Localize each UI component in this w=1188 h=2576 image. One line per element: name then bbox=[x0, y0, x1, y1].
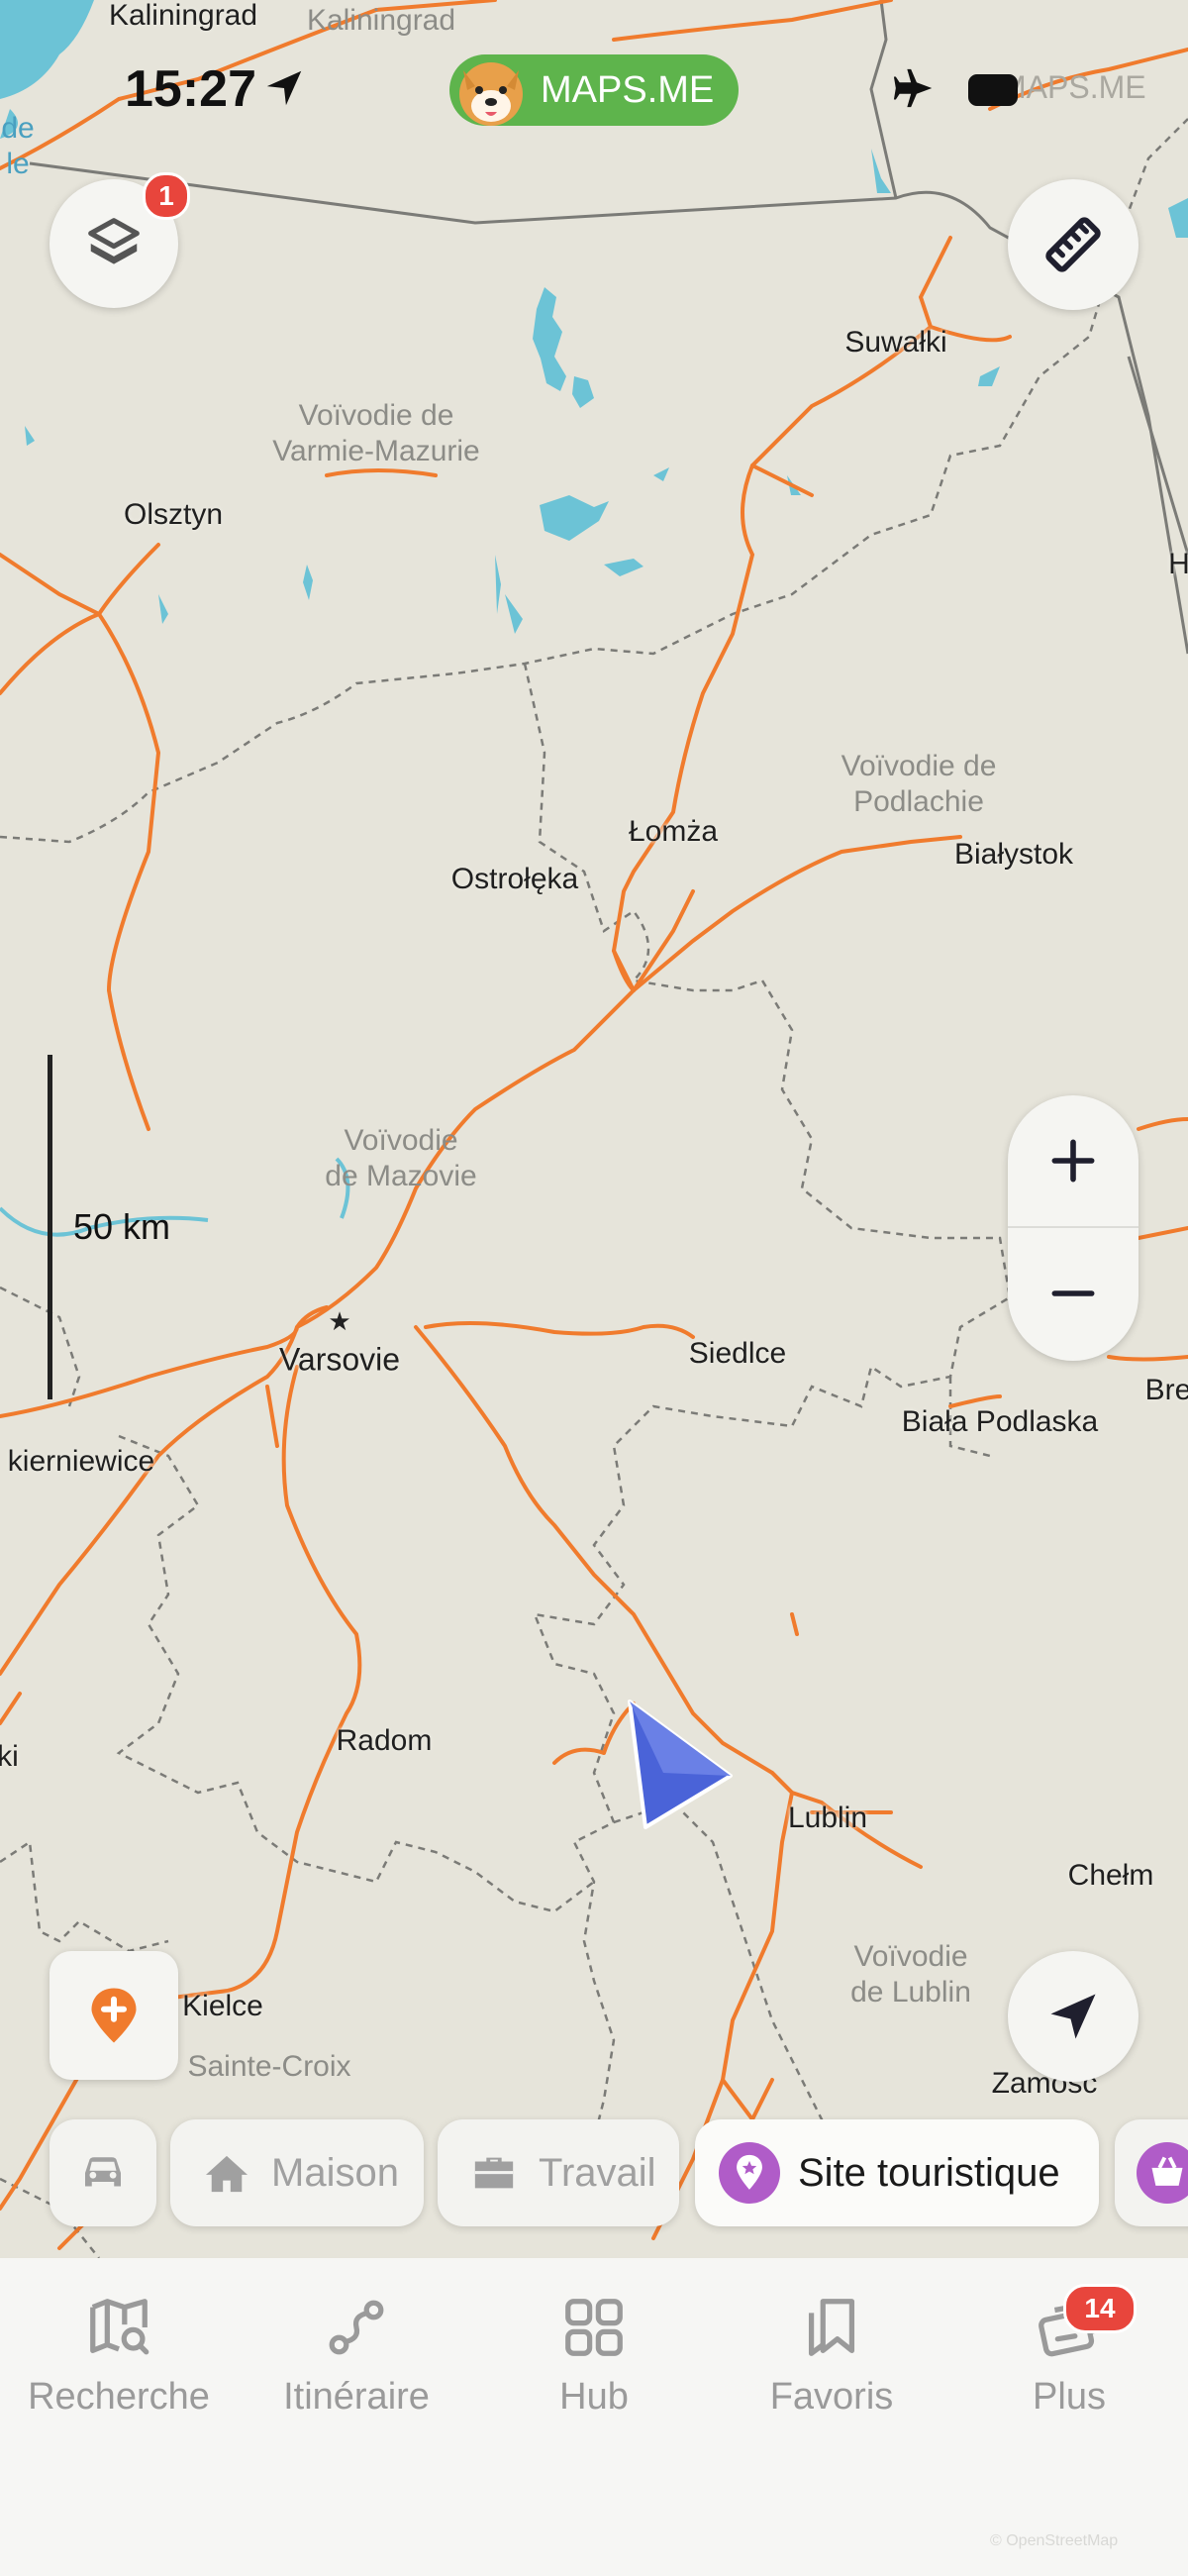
route-icon bbox=[329, 2300, 384, 2355]
city-label-kielce: Kielce bbox=[182, 1990, 263, 2022]
city-label-biala-podlaska: Biała Podlaska bbox=[901, 1405, 1099, 1438]
scale-bar bbox=[48, 1055, 52, 1399]
tab-favorites-label: Favoris bbox=[769, 2376, 894, 2418]
city-label-lomza: Łomża bbox=[628, 815, 719, 848]
briefcase-icon bbox=[474, 2157, 514, 2189]
city-label-ostroleka: Ostrołęka bbox=[450, 863, 579, 895]
app-return-pill[interactable]: MAPS.ME bbox=[449, 54, 739, 126]
city-label-edge-ki: ki bbox=[0, 1740, 19, 1773]
map-copyright: © OpenStreetMap bbox=[990, 2532, 1119, 2549]
chip-work-label: Travail bbox=[539, 2150, 656, 2195]
grid-icon bbox=[565, 2299, 623, 2356]
city-label-siedlce: Siedlce bbox=[688, 1337, 787, 1370]
car-icon bbox=[85, 2157, 121, 2187]
status-ghost-text: MAPS.ME bbox=[1000, 69, 1146, 105]
chip-shopping[interactable] bbox=[1115, 2119, 1188, 2226]
city-label-brest: Bre bbox=[1144, 1374, 1188, 1406]
tab-route-label: Itinéraire bbox=[283, 2376, 430, 2418]
status-time: 15:27 bbox=[125, 60, 256, 118]
city-label-radom: Radom bbox=[336, 1724, 433, 1757]
dog-mascot-icon bbox=[459, 62, 523, 126]
region-label-edge: de le bbox=[1, 112, 35, 180]
city-label-olsztyn: Olsztyn bbox=[123, 498, 224, 531]
zoom-out-button[interactable] bbox=[1008, 1228, 1138, 1359]
tab-favorites[interactable]: Favoris bbox=[713, 2293, 950, 2431]
region-label-podlachie: Voïvodie de Podlachie bbox=[841, 750, 997, 818]
add-place-button[interactable] bbox=[50, 1951, 178, 2080]
navigation-arrow-icon bbox=[1050, 1994, 1096, 2039]
city-label-lublin: Lublin bbox=[787, 1802, 868, 1834]
zoom-in-button[interactable] bbox=[1008, 1095, 1138, 1226]
city-label-skierniewice: kierniewice bbox=[7, 1445, 155, 1478]
map-search-icon bbox=[90, 2299, 149, 2355]
tab-route[interactable]: Itinéraire bbox=[238, 2293, 475, 2431]
chip-home[interactable]: Maison bbox=[170, 2119, 424, 2226]
bookmarks-icon bbox=[808, 2299, 855, 2356]
city-label-chelm: Chełm bbox=[1067, 1859, 1154, 1892]
city-label-kaliningrad: Kaliningrad bbox=[108, 0, 258, 32]
region-label-lublin: Voïvodie de Lublin bbox=[850, 1940, 971, 2009]
ruler-icon bbox=[1045, 217, 1101, 272]
ruler-button[interactable] bbox=[1008, 179, 1138, 310]
airplane-icon bbox=[893, 68, 933, 108]
location-arrow-icon bbox=[266, 70, 302, 106]
chip-tourist-site[interactable]: Site touristique bbox=[695, 2119, 1099, 2226]
region-label-mazovie: Voïvodie de Mazovie bbox=[325, 1124, 477, 1192]
city-label-suwalki: Suwałki bbox=[844, 326, 947, 359]
more-tab-badge: 14 bbox=[1063, 2284, 1137, 2333]
capital-star-icon: ★ bbox=[328, 1307, 350, 1337]
layers-badge: 1 bbox=[143, 172, 190, 220]
city-label-edge-h: H bbox=[1168, 548, 1188, 580]
chip-car[interactable] bbox=[50, 2119, 156, 2226]
chip-tourist-site-label: Site touristique bbox=[798, 2150, 1060, 2195]
city-label-bialystok: Białystok bbox=[953, 838, 1074, 871]
region-label-kaliningrad: Kaliningrad bbox=[306, 4, 456, 37]
region-label-varmie-mazurie: Voïvodie de Varmie-Mazurie bbox=[272, 399, 480, 467]
basket-icon bbox=[1137, 2142, 1188, 2204]
add-pin-icon bbox=[91, 1988, 137, 2043]
city-label-varsovie: Varsovie bbox=[278, 1341, 401, 1378]
home-icon bbox=[206, 2155, 248, 2193]
star-pin-icon bbox=[719, 2142, 780, 2204]
chip-home-label: Maison bbox=[271, 2150, 399, 2195]
app-name: MAPS.ME bbox=[541, 68, 715, 111]
minus-icon bbox=[1051, 1290, 1095, 1296]
region-label-sainte-croix: Sainte-Croix bbox=[187, 2050, 351, 2083]
tab-search[interactable]: Recherche bbox=[0, 2293, 238, 2431]
plus-icon bbox=[1051, 1139, 1095, 1183]
layers-icon bbox=[88, 218, 140, 264]
tab-hub[interactable]: Hub bbox=[475, 2293, 713, 2431]
tab-more-label: Plus bbox=[1033, 2376, 1106, 2418]
chip-work[interactable]: Travail bbox=[438, 2119, 679, 2226]
battery-icon bbox=[968, 74, 1018, 106]
zoom-control bbox=[1008, 1095, 1138, 1361]
tab-hub-label: Hub bbox=[559, 2376, 629, 2418]
tab-search-label: Recherche bbox=[28, 2376, 210, 2418]
my-location-button[interactable] bbox=[1008, 1951, 1138, 2082]
scale-label: 50 km bbox=[73, 1206, 171, 1247]
